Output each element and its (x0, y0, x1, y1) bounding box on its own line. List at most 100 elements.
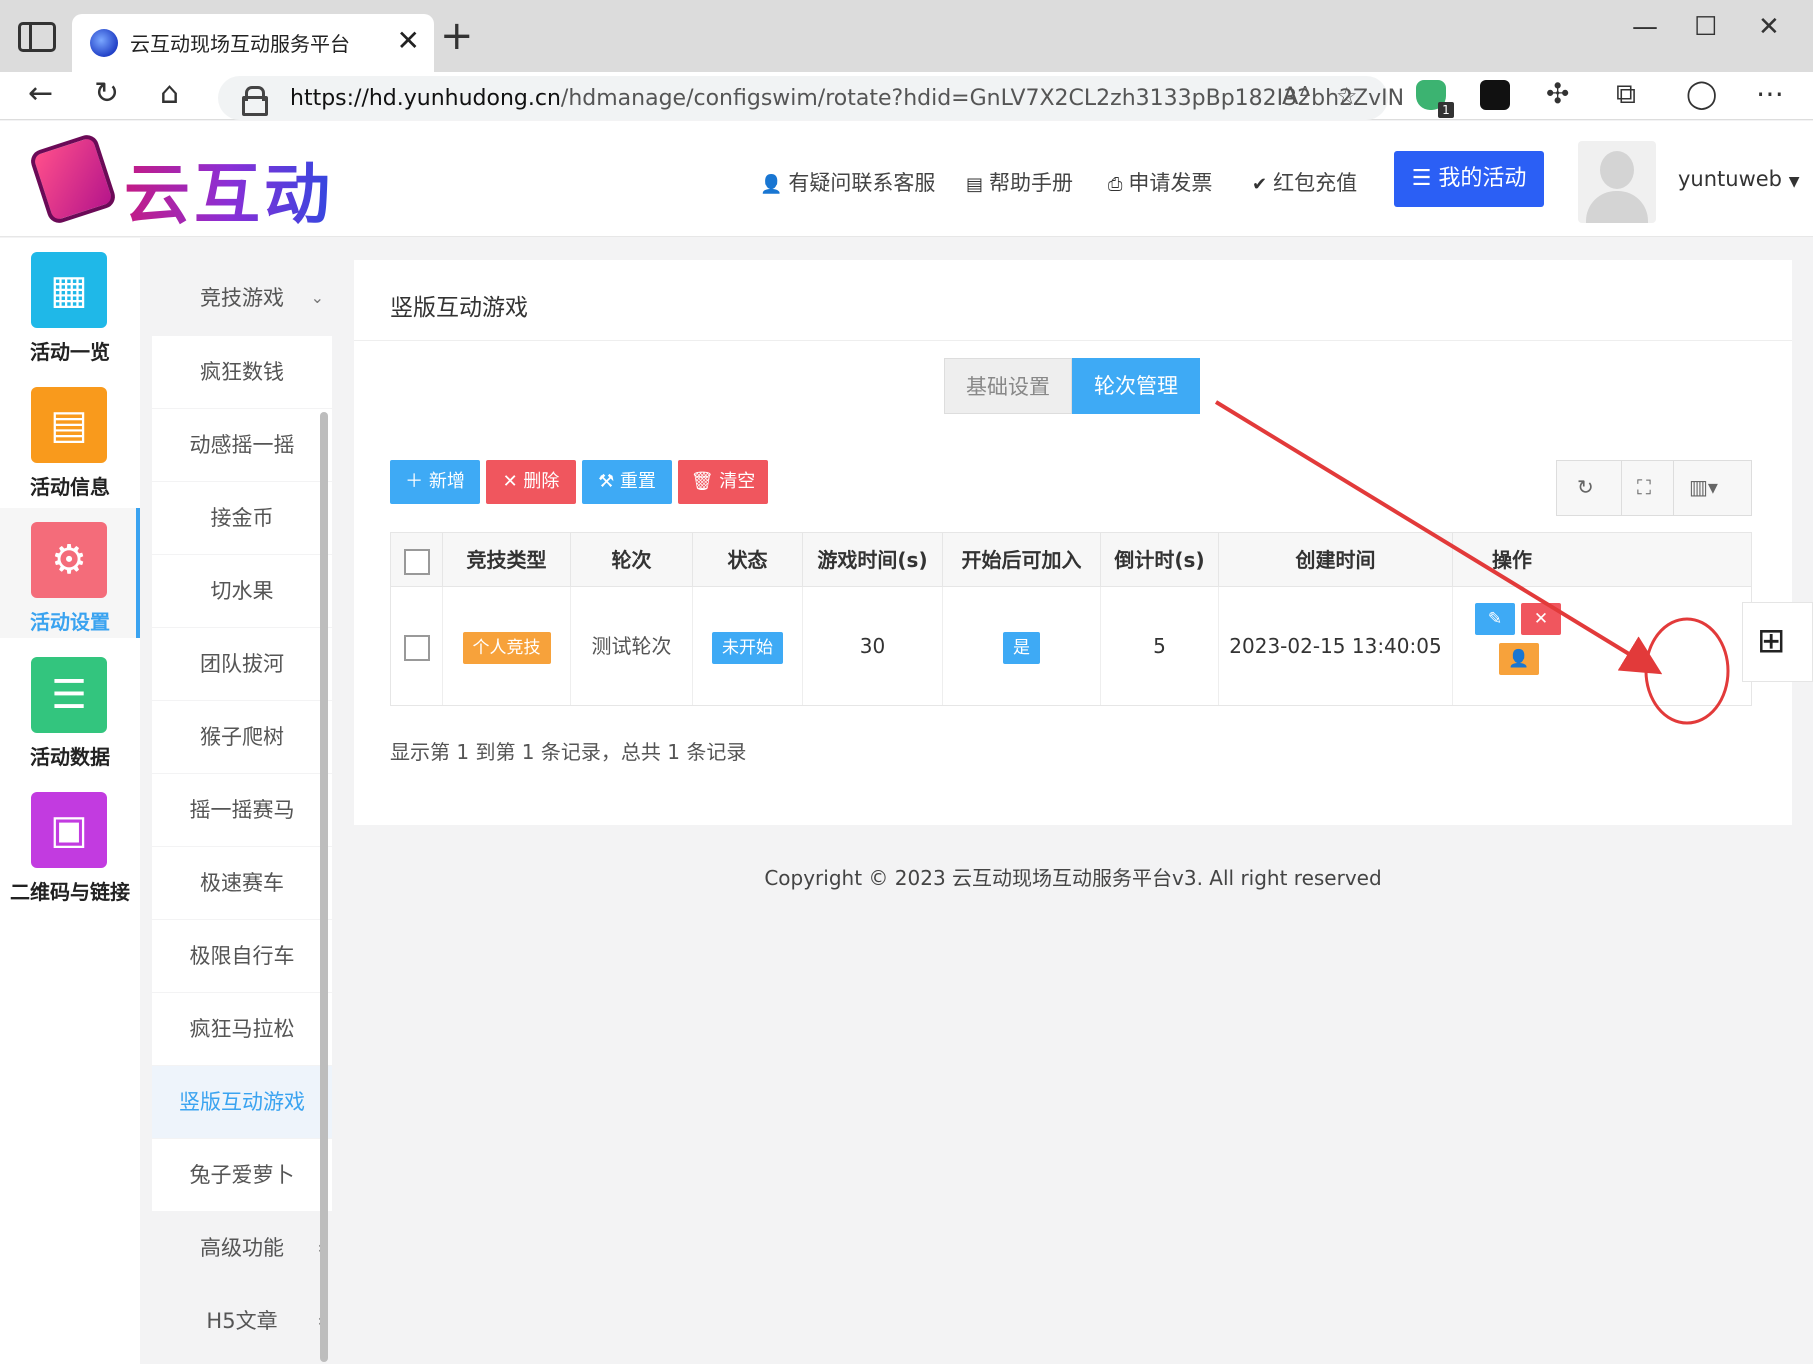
read-aloud-icon[interactable]: Aᐞ (1282, 82, 1311, 110)
column-header[interactable]: 倒计时(s) (1101, 533, 1219, 587)
join-badge: 是 (1003, 631, 1040, 664)
select-all-cell (391, 533, 443, 587)
table-tools: ↻ ⛶ ▥▾ (1556, 460, 1752, 516)
profile-icon[interactable]: ◯ (1686, 72, 1717, 120)
sub-menu: 竞技游戏 ⌄ 疯狂数钱 动感摇一摇 接金币 切水果 团队拔河 猴子爬树 摇一摇赛马… (140, 238, 332, 1364)
reset-button[interactable]: ⚒ 重置 (582, 460, 672, 504)
help-manual-link[interactable]: ▤ 帮助手册 (966, 167, 1073, 197)
invoice-link[interactable]: ⎙ 申请发票 (1108, 167, 1212, 197)
participants-button[interactable]: 👤 (1499, 643, 1539, 675)
submenu-item[interactable]: 兔子爱萝卜 (152, 1139, 332, 1211)
nav-activity-overview[interactable]: ▦ 活动一览 (0, 238, 140, 368)
column-header[interactable]: 游戏时间(s) (803, 533, 943, 587)
nav-activity-data[interactable]: ☰ 活动数据 (0, 643, 140, 773)
nav-activity-info[interactable]: ▤ 活动信息 (0, 373, 140, 503)
created-time-cell: 2023-02-15 13:40:05 (1219, 587, 1453, 705)
my-activity-button[interactable]: ☰ 我的活动 (1394, 151, 1544, 207)
user-menu[interactable]: yuntuweb ▼ (1678, 167, 1799, 191)
submenu-scrollbar[interactable] (320, 412, 328, 1362)
extensions-puzzle-icon[interactable]: ✣ (1546, 72, 1569, 120)
submenu-item[interactable]: 接金币 (152, 482, 332, 554)
submenu-group-h5[interactable]: H5文章› (152, 1285, 332, 1357)
collections-icon[interactable]: ⧉ (1616, 72, 1636, 120)
row-checkbox[interactable] (403, 634, 430, 661)
actions-cell: ✎ ✕ 👤 (1453, 587, 1571, 705)
plus-icon: ＋ (405, 471, 429, 492)
column-header: 操作 (1492, 548, 1532, 572)
nav-label: 活动一览 (30, 340, 110, 364)
submenu-item[interactable]: 极限自行车 (152, 920, 332, 992)
grid-icon: ▦ (31, 252, 107, 328)
more-menu-icon[interactable]: ⋯ (1756, 72, 1784, 120)
submenu-item[interactable]: 极速赛车 (152, 847, 332, 919)
new-tab-icon[interactable]: + (440, 16, 474, 56)
nav-activity-settings[interactable]: ⚙ 活动设置 (0, 508, 140, 638)
list-icon: ☰ (1411, 166, 1439, 191)
submenu-item[interactable]: 团队拔河 (152, 628, 332, 700)
submenu-item[interactable]: 疯狂马拉松 (152, 993, 332, 1065)
document-icon: ▤ (31, 387, 107, 463)
browser-tab[interactable]: 云互动现场互动服务平台 ✕ (72, 14, 434, 72)
submenu-item[interactable]: 疯狂数钱 (152, 336, 332, 408)
trash-icon: 🗑 (690, 471, 720, 492)
back-icon[interactable]: ← (28, 72, 53, 120)
submenu-item[interactable]: 猴子爬树 (152, 701, 332, 773)
edit-button[interactable]: ✎ (1475, 603, 1515, 635)
pencil-icon: ✎ (1487, 609, 1503, 629)
extension-badge: 1 (1438, 102, 1454, 118)
contact-support-link[interactable]: 👤 有疑问联系客服 (760, 167, 935, 197)
favorite-add-icon[interactable]: ☆ (1336, 82, 1358, 110)
home-icon[interactable]: ⌂ (160, 72, 179, 120)
round-cell: 测试轮次 (571, 587, 693, 705)
sidebar-toggle-icon[interactable] (18, 22, 56, 52)
address-toolbar: ← ↻ ⌂ https://hd.yunhudong.cn/hdmanage/c… (0, 72, 1813, 120)
qrcode-icon: ▣ (31, 792, 107, 868)
logo-text[interactable]: 云互动 (124, 141, 334, 237)
main-card: 竖版互动游戏 基础设置 轮次管理 ＋ 新增 ✕ 删除 ⚒ 重置 🗑 清空 ↻ ⛶… (354, 260, 1792, 825)
column-header[interactable]: 创建时间 (1219, 533, 1453, 587)
tab-round-management[interactable]: 轮次管理 (1072, 358, 1200, 414)
avatar[interactable] (1578, 141, 1656, 223)
delete-button[interactable]: ✕ 删除 (486, 460, 576, 504)
submenu-group-competitive-games[interactable]: 竞技游戏 ⌄ (152, 262, 332, 334)
extension-icon[interactable] (1480, 80, 1510, 110)
game-time-cell: 30 (803, 587, 943, 705)
column-header[interactable]: 轮次 (571, 533, 693, 587)
tab-basic-settings[interactable]: 基础设置 (944, 358, 1072, 414)
print-icon: ⎙ (1108, 174, 1123, 195)
nav-qrcode-links[interactable]: ▣ 二维码与链接 (0, 778, 140, 908)
submenu-item[interactable]: 动感摇一摇 (152, 409, 332, 481)
reload-icon[interactable]: ↻ (94, 72, 119, 120)
close-window-icon[interactable]: ✕ (1758, 12, 1780, 42)
floating-qrcode-button[interactable]: ⊞ (1742, 602, 1813, 682)
submenu-group-advanced[interactable]: 高级功能› (152, 1212, 332, 1284)
refresh-icon[interactable]: ↻ (1577, 475, 1594, 499)
browser-tab-bar: 云互动现场互动服务平台 ✕ + — ☐ ✕ (0, 0, 1813, 72)
submenu-item-active[interactable]: 竖版互动游戏 (152, 1066, 332, 1138)
divider (354, 340, 1792, 341)
fullscreen-icon[interactable]: ⛶ (1637, 475, 1651, 499)
close-tab-icon[interactable]: ✕ (397, 26, 420, 56)
red-packet-recharge-link[interactable]: ✔ 红包充值 (1252, 167, 1357, 197)
footer-copyright: Copyright © 2023 云互动现场互动服务平台v3. All righ… (764, 866, 1382, 890)
minimize-icon[interactable]: — (1632, 12, 1658, 42)
select-all-checkbox[interactable] (403, 548, 430, 575)
x-icon: ✕ (502, 471, 524, 492)
column-header[interactable]: 状态 (693, 533, 803, 587)
row-delete-button[interactable]: ✕ (1521, 603, 1561, 635)
maximize-icon[interactable]: ☐ (1694, 12, 1717, 42)
caret-down-icon: ▼ (1788, 174, 1800, 190)
add-button[interactable]: ＋ 新增 (390, 460, 480, 504)
row-select-cell (391, 587, 443, 705)
address-bar[interactable]: https://hd.yunhudong.cn/hdmanage/configs… (218, 76, 1404, 120)
submenu-item[interactable]: 摇一摇赛马 (152, 774, 332, 846)
column-header[interactable]: 竞技类型 (443, 533, 571, 587)
column-header[interactable]: 开始后可加入 (943, 533, 1101, 587)
nav-label: 二维码与链接 (10, 880, 130, 904)
columns-toggle-icon[interactable]: ▥▾ (1689, 475, 1718, 499)
clear-button[interactable]: 🗑 清空 (678, 460, 768, 504)
submenu-item[interactable]: 切水果 (152, 555, 332, 627)
shield-extension-icon[interactable]: 1 (1416, 80, 1454, 118)
app-header: 云互动 👤 有疑问联系客服 ▤ 帮助手册 ⎙ 申请发票 ✔ 红包充值 ☰ 我的活动 yu… (0, 121, 1813, 237)
nav-label: 活动设置 (30, 610, 110, 634)
